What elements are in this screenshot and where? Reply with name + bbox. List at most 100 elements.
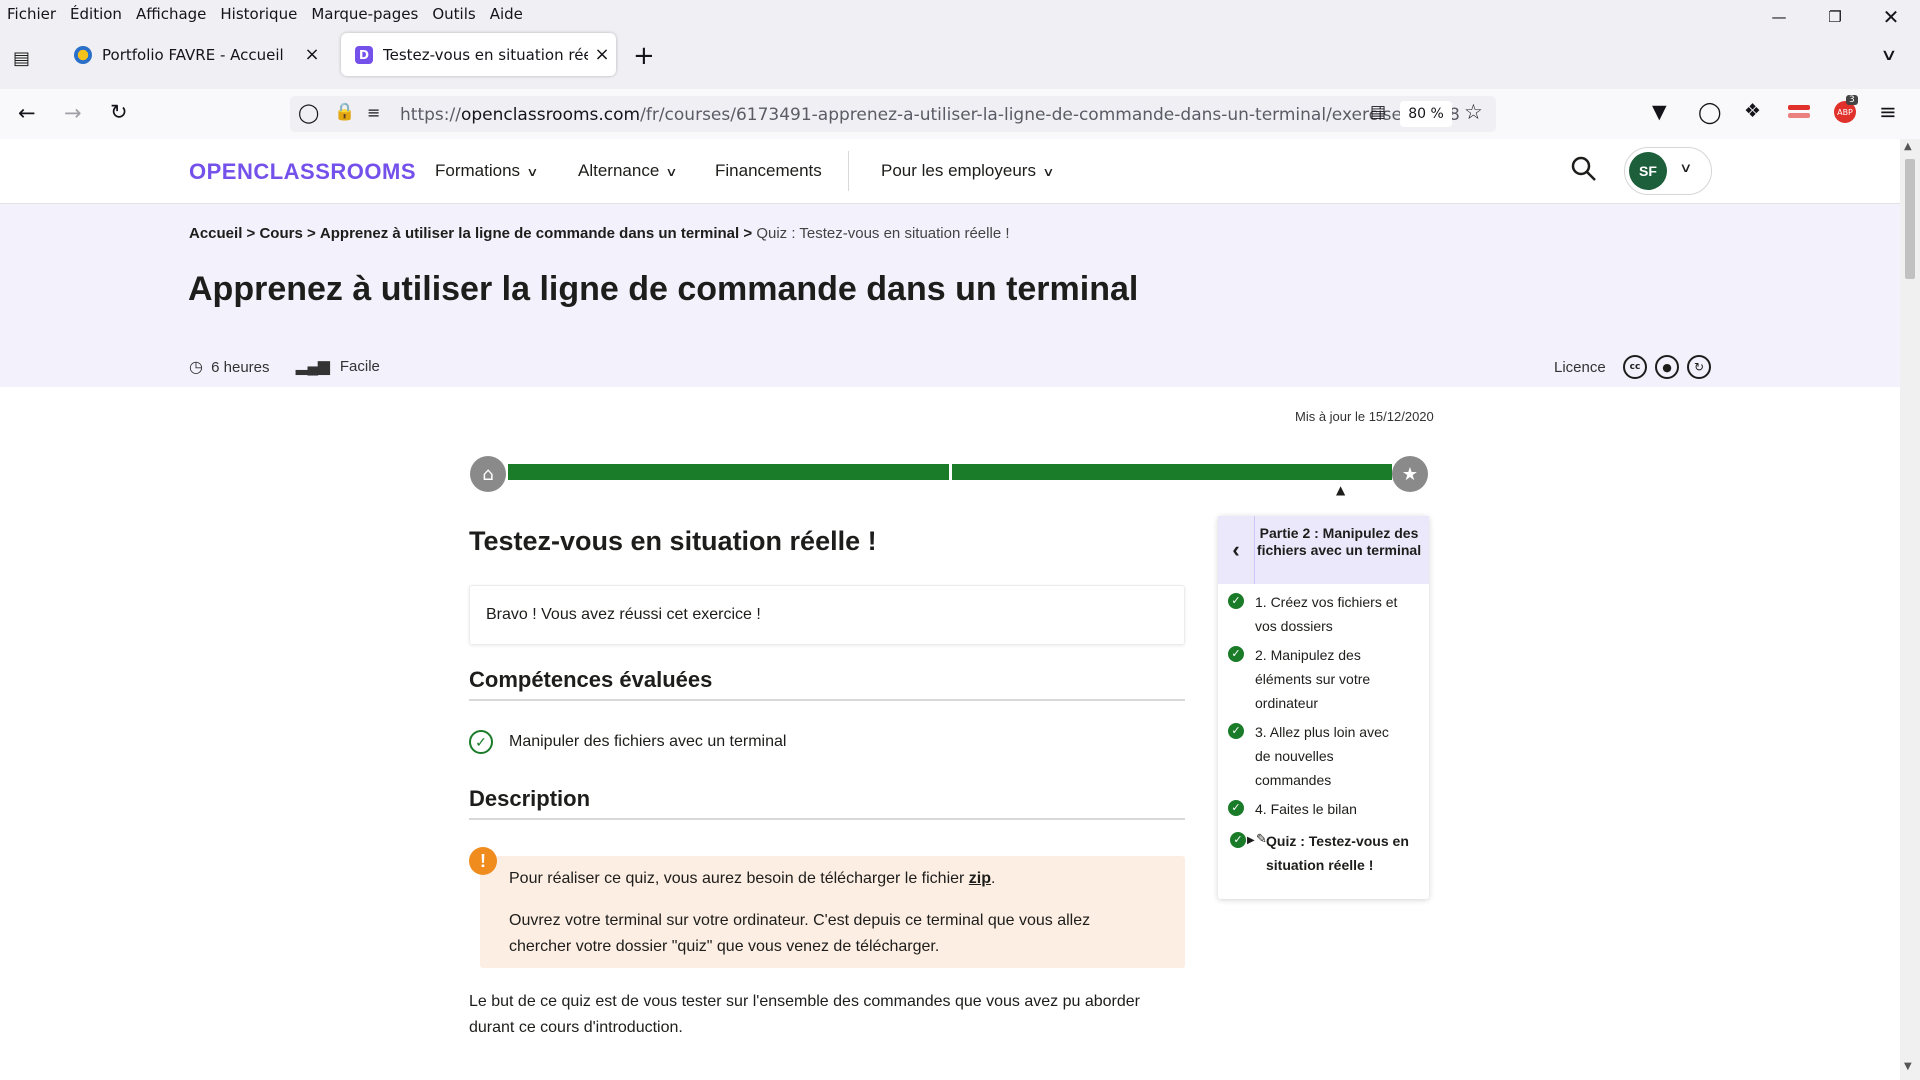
chapter-label: 3. Allez plus loin avec de nouvelles com… — [1255, 724, 1389, 788]
chevron-down-icon: ∨ — [1042, 165, 1055, 179]
skill-check-icon: ✓ — [469, 730, 493, 754]
warning-icon: ! — [469, 847, 497, 875]
trophy-icon[interactable]: ★ — [1392, 456, 1428, 492]
portfolio-favicon-icon — [74, 45, 92, 64]
outline-chapter-3[interactable]: ✓ 3. Allez plus loin avec de nouvelles c… — [1228, 720, 1418, 794]
lock-icon[interactable]: 🔒 — [334, 102, 355, 122]
home-icon[interactable]: ⌂ — [470, 456, 506, 492]
zip-link[interactable]: zip — [969, 870, 991, 887]
exercise-intro: Le but de ce quiz est de vous tester sur… — [469, 993, 1140, 1036]
menu-fichier[interactable]: Fichier — [0, 5, 63, 23]
sa-icon: ↻ — [1687, 355, 1711, 379]
outline-chapter-4[interactable]: ✓ 4. Faites le bilan — [1228, 797, 1418, 823]
reader-view-icon[interactable]: ▤ — [1370, 102, 1386, 122]
extension-red-icon[interactable] — [1788, 105, 1810, 110]
outline-chapter-2[interactable]: ✓ 2. Manipulez des éléments sur votre or… — [1228, 643, 1418, 717]
pocket-icon[interactable]: ▼ — [1652, 101, 1667, 123]
menu-hamburger-icon[interactable]: ≡ — [1879, 100, 1897, 124]
site-header: OPENCLASSROOMS Formations ∨ Alternance ∨ F… — [0, 139, 1900, 204]
scroll-down-icon[interactable]: ▼ — [1904, 1061, 1912, 1072]
chevron-left-icon[interactable]: ‹ — [1218, 516, 1254, 584]
skill-item: Manipuler des fichiers avec un terminal — [509, 733, 787, 750]
cc-icon: cc — [1623, 355, 1647, 379]
outline-header: ‹ Partie 2 : Manipulez des fichiers avec… — [1218, 516, 1429, 584]
extension-red-icon-lower — [1788, 113, 1810, 118]
permissions-icon[interactable]: ≡ — [367, 103, 380, 122]
nav-financements[interactable]: Financements — [715, 161, 822, 181]
outline-quiz[interactable]: ✓ ▶ ✎ Quiz : Testez-vous en situation ré… — [1228, 829, 1418, 879]
page-scrollbar[interactable]: ▲ ▼ — [1900, 139, 1920, 1080]
by-icon: ● — [1655, 355, 1679, 379]
back-icon[interactable]: ← — [18, 101, 36, 125]
menu-affichage[interactable]: Affichage — [129, 5, 213, 23]
outline-header-divider — [1254, 516, 1255, 584]
exercise-result: Bravo ! Vous avez réussi cet exercice ! — [469, 585, 1185, 645]
navigation-toolbar: ← → ↻ ◯ 🔒 ≡ https://openclassrooms.com/f… — [0, 89, 1920, 140]
progress-part-1[interactable] — [508, 464, 949, 480]
breadcrumb-courses[interactable]: Cours — [259, 225, 302, 242]
forward-icon[interactable]: → — [64, 101, 82, 125]
extensions-icon[interactable]: ❖ — [1744, 100, 1761, 122]
zoom-indicator[interactable]: 80 % — [1400, 101, 1452, 127]
course-duration: ◷ 6 heures — [189, 359, 270, 376]
check-icon: ✓ — [1228, 593, 1244, 609]
updated-date: Mis à jour le 15/12/2020 — [1295, 409, 1434, 424]
breadcrumb-home[interactable]: Accueil — [189, 225, 242, 242]
menu-aide[interactable]: Aide — [483, 5, 530, 23]
licence-icons[interactable]: cc ● ↻ — [1623, 355, 1711, 379]
current-position-marker: ▲ — [1336, 483, 1346, 497]
breadcrumb-separator: > — [246, 225, 256, 242]
openclassrooms-logo[interactable]: OPENCLASSROOMS — [189, 159, 416, 185]
breadcrumb: Accueil > Cours > Apprenez à utiliser la… — [189, 225, 1010, 242]
url-text[interactable]: https://openclassrooms.com/fr/courses/61… — [400, 105, 1460, 125]
tab-portfolio[interactable]: Portfolio FAVRE - Accueil × — [60, 33, 326, 76]
menu-edition[interactable]: Édition — [63, 5, 129, 23]
chapter-label: Quiz : Testez-vous en situation réelle ! — [1266, 833, 1409, 873]
nav-alternance[interactable]: Alternance ∨ — [578, 161, 678, 181]
breadcrumb-course[interactable]: Apprenez à utiliser la ligne de commande… — [320, 225, 739, 242]
list-tabs-icon[interactable]: ∨ — [1880, 45, 1898, 64]
scrollbar-thumb[interactable] — [1905, 159, 1915, 279]
adblock-badge: 3 — [1846, 95, 1858, 105]
url-bar[interactable]: ◯ 🔒 ≡ https://openclassrooms.com/fr/cour… — [290, 96, 1496, 132]
user-menu[interactable]: SF ∨ — [1624, 147, 1712, 195]
menu-marque-pages[interactable]: Marque-pages — [304, 5, 425, 23]
difficulty-bars-icon: ▂▄▆ — [296, 358, 330, 375]
menu-bar: Fichier Édition Affichage Historique Mar… — [0, 0, 1920, 27]
course-progress-bar: ⌂ ★ ▲ — [470, 456, 1428, 497]
exercise-title: Testez-vous en situation réelle ! — [469, 526, 877, 556]
nav-formations[interactable]: Formations ∨ — [435, 161, 539, 181]
tracking-protection-icon[interactable]: ◯ — [298, 102, 319, 124]
chapter-label: 2. Manipulez des éléments sur votre ordi… — [1255, 647, 1371, 711]
close-tab-icon[interactable]: × — [298, 44, 326, 65]
chevron-down-icon: ∨ — [1679, 160, 1693, 175]
progress-part-2[interactable] — [951, 464, 1392, 480]
search-icon[interactable] — [1571, 156, 1597, 187]
warning-line-1: Pour réaliser ce quiz, vous aurez besoin… — [509, 870, 996, 887]
skills-heading: Compétences évaluées — [469, 667, 1185, 701]
course-outline-panel: ‹ Partie 2 : Manipulez des fichiers avec… — [1218, 516, 1429, 899]
bookmark-star-icon[interactable]: ☆ — [1464, 100, 1483, 124]
nav-employeurs[interactable]: Pour les employeurs ∨ — [881, 161, 1055, 181]
outline-chapter-1[interactable]: ✓ 1. Créez vos fichiers et vos dossiers — [1228, 590, 1418, 640]
check-icon: ✓ — [1228, 800, 1244, 816]
check-icon: ✓ — [1228, 646, 1244, 662]
reload-icon[interactable]: ↻ — [110, 100, 128, 124]
tab-quiz[interactable]: D Testez-vous en situation réelle ! × — [341, 33, 616, 76]
warning-line-2: Ouvrez votre terminal sur votre ordinate… — [509, 912, 1091, 955]
clock-icon: ◷ — [189, 359, 203, 376]
menu-outils[interactable]: Outils — [425, 5, 482, 23]
menu-historique[interactable]: Historique — [213, 5, 304, 23]
result-text: Bravo ! Vous avez réussi cet exercice ! — [486, 606, 761, 623]
account-icon[interactable]: ◯ — [1698, 100, 1722, 124]
chapter-label: 1. Créez vos fichiers et vos dossiers — [1255, 594, 1398, 634]
scroll-up-icon[interactable]: ▲ — [1904, 141, 1912, 152]
current-arrow-icon: ▶ — [1247, 835, 1255, 846]
breadcrumb-separator: > — [743, 225, 753, 242]
description-heading: Description — [469, 786, 1185, 820]
breadcrumb-separator: > — [306, 225, 316, 242]
close-tab-icon[interactable]: × — [588, 44, 616, 65]
new-tab-icon[interactable]: + — [633, 41, 655, 71]
tab-bar: ▤ Portfolio FAVRE - Accueil × D Testez-v… — [0, 27, 1920, 89]
tab-manager-icon[interactable]: ▤ — [13, 48, 30, 69]
